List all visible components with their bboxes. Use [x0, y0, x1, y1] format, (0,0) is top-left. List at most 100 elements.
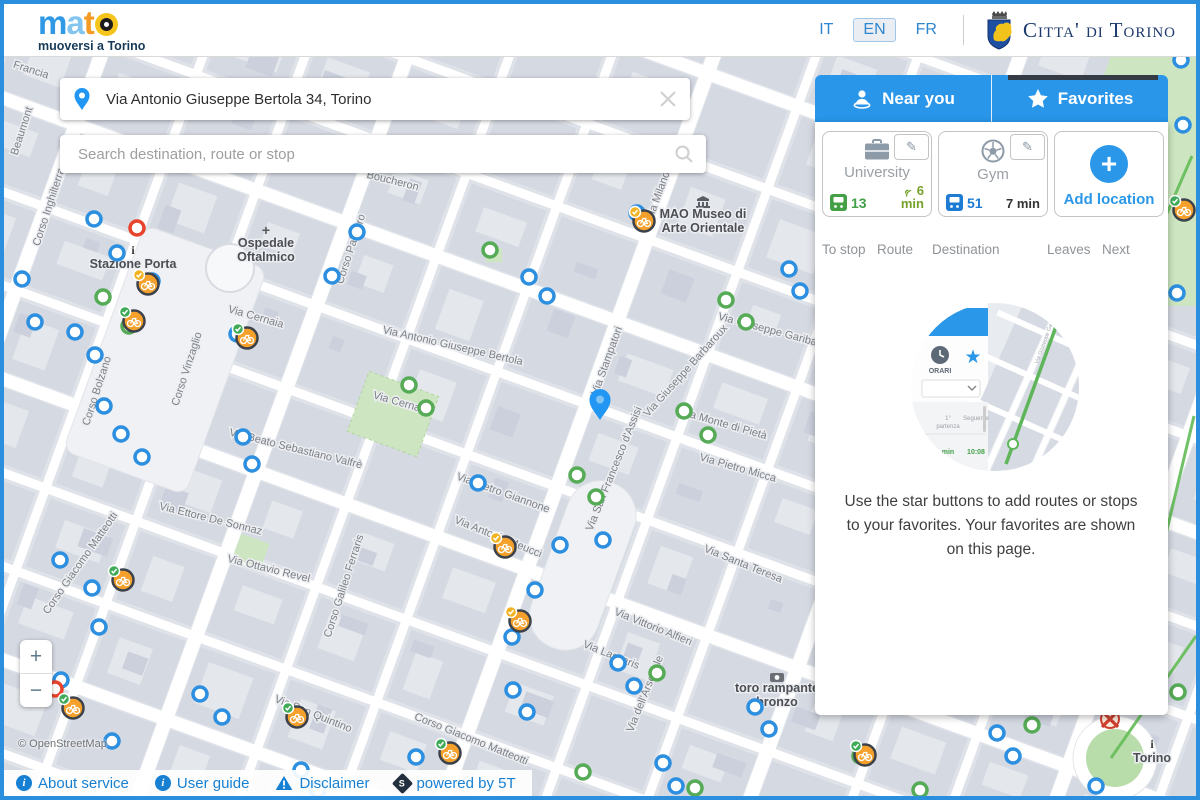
transit-stop-marker[interactable]: [215, 710, 229, 724]
powered-by-5t-link[interactable]: S powered by 5T: [395, 775, 515, 792]
transit-stop-marker[interactable]: [553, 538, 567, 552]
map-zoom-control: + −: [20, 640, 52, 707]
transit-stop-marker[interactable]: [627, 679, 641, 693]
origin-input[interactable]: [104, 90, 646, 109]
zoom-out-button[interactable]: −: [20, 674, 52, 707]
transit-stop-marker[interactable]: [92, 620, 106, 634]
torino-crest-icon: [984, 10, 1014, 50]
transit-stop-marker[interactable]: [135, 450, 149, 464]
transit-stop-marker[interactable]: [130, 221, 144, 235]
transit-stop-marker[interactable]: [471, 476, 485, 490]
transit-stop-marker[interactable]: [540, 289, 554, 303]
transit-stop-marker[interactable]: [719, 293, 733, 307]
route-number: 13: [851, 195, 867, 211]
transit-stop-marker[interactable]: [110, 246, 124, 260]
transit-stop-marker[interactable]: [701, 428, 715, 442]
transit-stop-marker[interactable]: [589, 490, 603, 504]
transit-stop-marker[interactable]: [1171, 685, 1185, 699]
transit-stop-marker[interactable]: [96, 290, 110, 304]
transit-stop-marker[interactable]: [53, 553, 67, 567]
transit-stop-marker[interactable]: [1006, 749, 1020, 763]
transit-stop-marker[interactable]: [528, 583, 542, 597]
info-icon: i: [16, 775, 32, 791]
svg-text:10:08: 10:08: [967, 449, 985, 456]
col-destination: Destination: [932, 242, 1000, 257]
transit-stop-marker[interactable]: [85, 581, 99, 595]
transit-stop-marker[interactable]: [193, 687, 207, 701]
user-guide-link[interactable]: i User guide: [155, 775, 250, 792]
transit-stop-marker[interactable]: [350, 225, 364, 239]
departure-time: 6 min: [901, 184, 924, 211]
edit-favorite-button[interactable]: ✎: [1010, 134, 1045, 160]
transit-stop-marker[interactable]: [28, 315, 42, 329]
search-icon[interactable]: [662, 144, 706, 164]
city-label: Citta' di Torino: [1023, 18, 1176, 43]
active-tab-indicator: [1008, 75, 1158, 80]
transit-stop-marker[interactable]: [1089, 779, 1103, 793]
lang-en-button[interactable]: EN: [853, 18, 895, 42]
transit-stop-marker[interactable]: [114, 427, 128, 441]
transit-stop-marker[interactable]: [669, 779, 683, 793]
transit-stop-marker[interactable]: [762, 722, 776, 736]
transit-stop-marker[interactable]: [677, 404, 691, 418]
lang-it-button[interactable]: IT: [813, 18, 839, 42]
transit-stop-marker[interactable]: [325, 269, 339, 283]
transit-stop-marker[interactable]: [611, 656, 625, 670]
transit-stop-marker[interactable]: [688, 781, 702, 795]
transit-stop-marker[interactable]: [520, 705, 534, 719]
svg-text:OspedaleOftalmico: OspedaleOftalmico: [237, 236, 295, 264]
mato-logo[interactable]: mat muoversi a Torino: [38, 8, 145, 53]
transit-stop-marker[interactable]: [419, 401, 433, 415]
favorites-panel: ✎ University: [815, 122, 1168, 715]
transit-stop-marker[interactable]: [570, 468, 584, 482]
transit-stop-marker[interactable]: [97, 399, 111, 413]
disclaimer-link[interactable]: Disclaimer: [275, 775, 369, 792]
tab-favorites-label: Favorites: [1058, 89, 1134, 109]
transit-stop-marker[interactable]: [656, 756, 670, 770]
transit-stop-marker[interactable]: [245, 457, 259, 471]
favorite-card-university[interactable]: ✎ University: [822, 131, 932, 217]
tab-near-you[interactable]: Near you: [815, 75, 991, 122]
transit-stop-marker[interactable]: [1176, 118, 1190, 132]
transit-stop-marker[interactable]: [522, 270, 536, 284]
transit-stop-marker[interactable]: [409, 750, 423, 764]
transit-stop-marker[interactable]: [236, 430, 250, 444]
transit-stop-marker[interactable]: [650, 666, 664, 680]
transit-stop-marker[interactable]: [739, 315, 753, 329]
edit-favorite-button[interactable]: ✎: [894, 134, 929, 160]
transit-stop-marker[interactable]: [15, 272, 29, 286]
destination-search-input[interactable]: [76, 145, 662, 164]
zoom-in-button[interactable]: +: [20, 640, 52, 674]
transit-stop-marker[interactable]: [87, 212, 101, 226]
transit-stop-marker[interactable]: [990, 726, 1004, 740]
side-panel: Near you Favorites ✎ Uni: [815, 75, 1168, 715]
transit-stop-marker[interactable]: [576, 765, 590, 779]
tab-near-you-label: Near you: [882, 89, 955, 109]
transit-stop-marker[interactable]: [506, 683, 520, 697]
transit-stop-marker[interactable]: [748, 700, 762, 714]
favorite-card-gym[interactable]: ✎ Gym 51: [938, 131, 1048, 217]
transit-stop-marker[interactable]: [88, 348, 102, 362]
briefcase-icon: [864, 139, 890, 161]
map-attribution: © OpenStreetMap: [18, 738, 107, 750]
transit-stop-marker[interactable]: [68, 325, 82, 339]
transit-stop-marker[interactable]: [793, 284, 807, 298]
transit-stop-marker[interactable]: [105, 734, 119, 748]
about-service-link[interactable]: i About service: [16, 775, 129, 792]
transit-stop-marker[interactable]: [913, 783, 927, 796]
clear-origin-button[interactable]: [646, 89, 690, 109]
transit-stop-marker[interactable]: [1174, 56, 1188, 67]
add-location-button[interactable]: + Add location: [1054, 131, 1164, 217]
transit-stop-marker[interactable]: [1025, 718, 1039, 732]
lang-fr-button[interactable]: FR: [910, 18, 943, 42]
header: mat muoversi a Torino IT EN FR Citta' di…: [4, 4, 1196, 57]
transit-stop-marker[interactable]: [483, 243, 497, 257]
transit-stop-marker[interactable]: [596, 533, 610, 547]
tab-favorites[interactable]: Favorites: [991, 75, 1168, 122]
person-icon: [851, 89, 873, 109]
header-right: IT EN FR Citta' di Torino: [813, 10, 1176, 50]
add-location-label: Add location: [1064, 191, 1155, 208]
transit-stop-marker[interactable]: [782, 262, 796, 276]
transit-stop-marker[interactable]: [402, 378, 416, 392]
transit-stop-marker[interactable]: [1170, 286, 1184, 300]
